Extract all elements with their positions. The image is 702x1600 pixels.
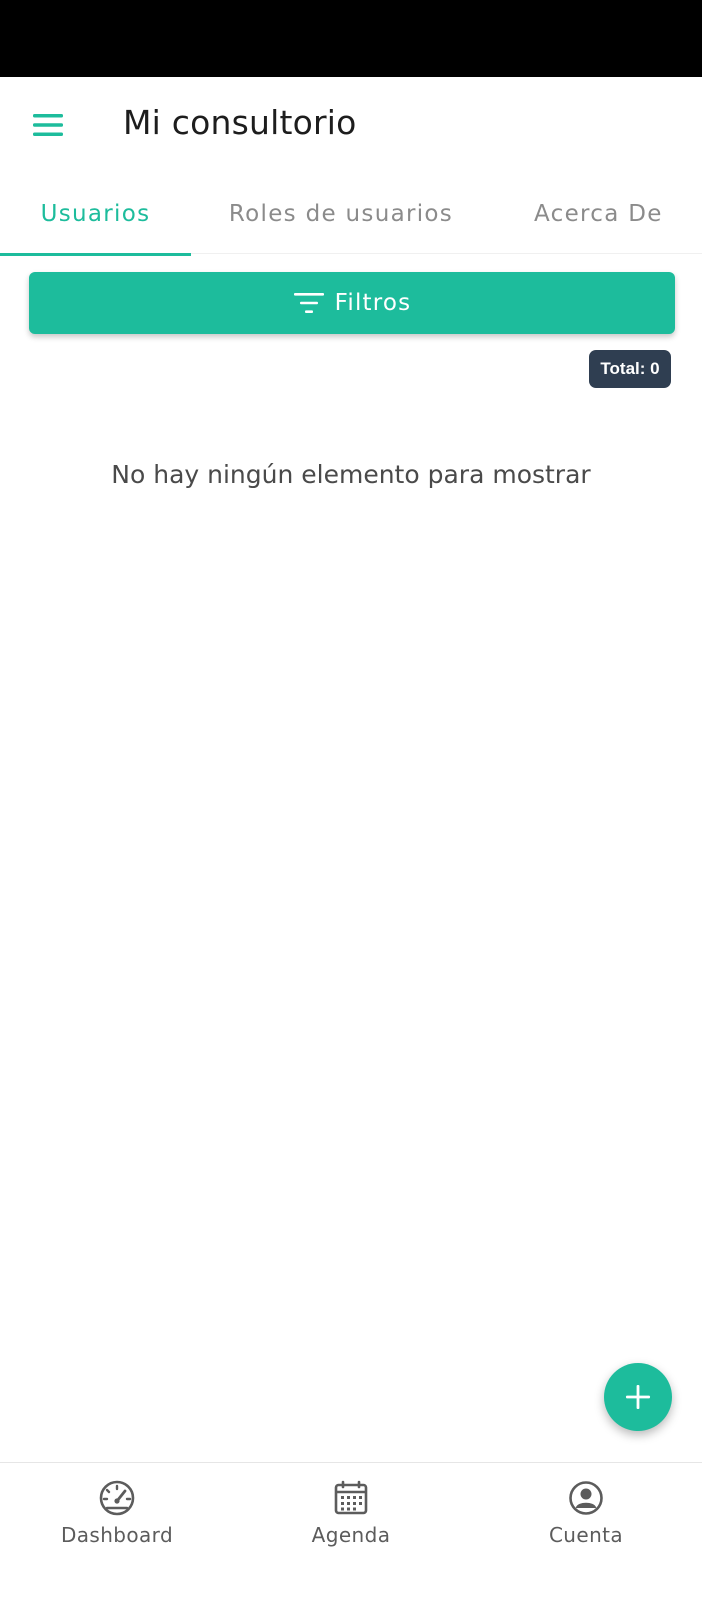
filters-button[interactable]: Filtros [29,272,675,334]
active-tab-indicator [0,253,191,256]
tab-roles-de-usuarios[interactable]: Roles de usuarios [191,173,491,254]
app-bar: Mi consultorio [0,77,702,173]
plus-icon [626,1385,650,1409]
nav-label: Dashboard [60,1523,174,1547]
account-circle-icon [567,1479,605,1517]
tab-acerca-de[interactable]: Acerca De [491,173,702,254]
nav-item-dashboard[interactable]: Dashboard [27,1479,207,1559]
empty-state-message: No hay ningún elemento para mostrar [111,460,591,489]
nav-label: Cuenta [548,1523,624,1547]
calendar-icon [332,1479,370,1517]
page-title: Mi consultorio [123,103,357,142]
nav-label: Agenda [311,1523,391,1547]
add-button[interactable] [604,1363,672,1431]
tab-label: Acerca De [534,200,663,227]
bottom-navigation: Dashboard Agenda Cuenta [0,1462,702,1600]
nav-item-agenda[interactable]: Agenda [261,1479,441,1559]
tab-bar: Usuarios Roles de usuarios Acerca De [0,173,702,256]
status-bar [0,0,702,77]
speedometer-icon [98,1479,136,1517]
tab-usuarios[interactable]: Usuarios [0,173,191,256]
total-badge: Total: 0 [589,350,671,388]
filters-label: Filtros [334,290,412,316]
menu-button[interactable] [26,105,70,145]
tab-label: Usuarios [40,200,151,227]
tab-label: Roles de usuarios [228,200,454,227]
hamburger-menu-icon [33,114,63,136]
filter-list-icon [293,291,325,315]
nav-item-cuenta[interactable]: Cuenta [496,1479,676,1559]
